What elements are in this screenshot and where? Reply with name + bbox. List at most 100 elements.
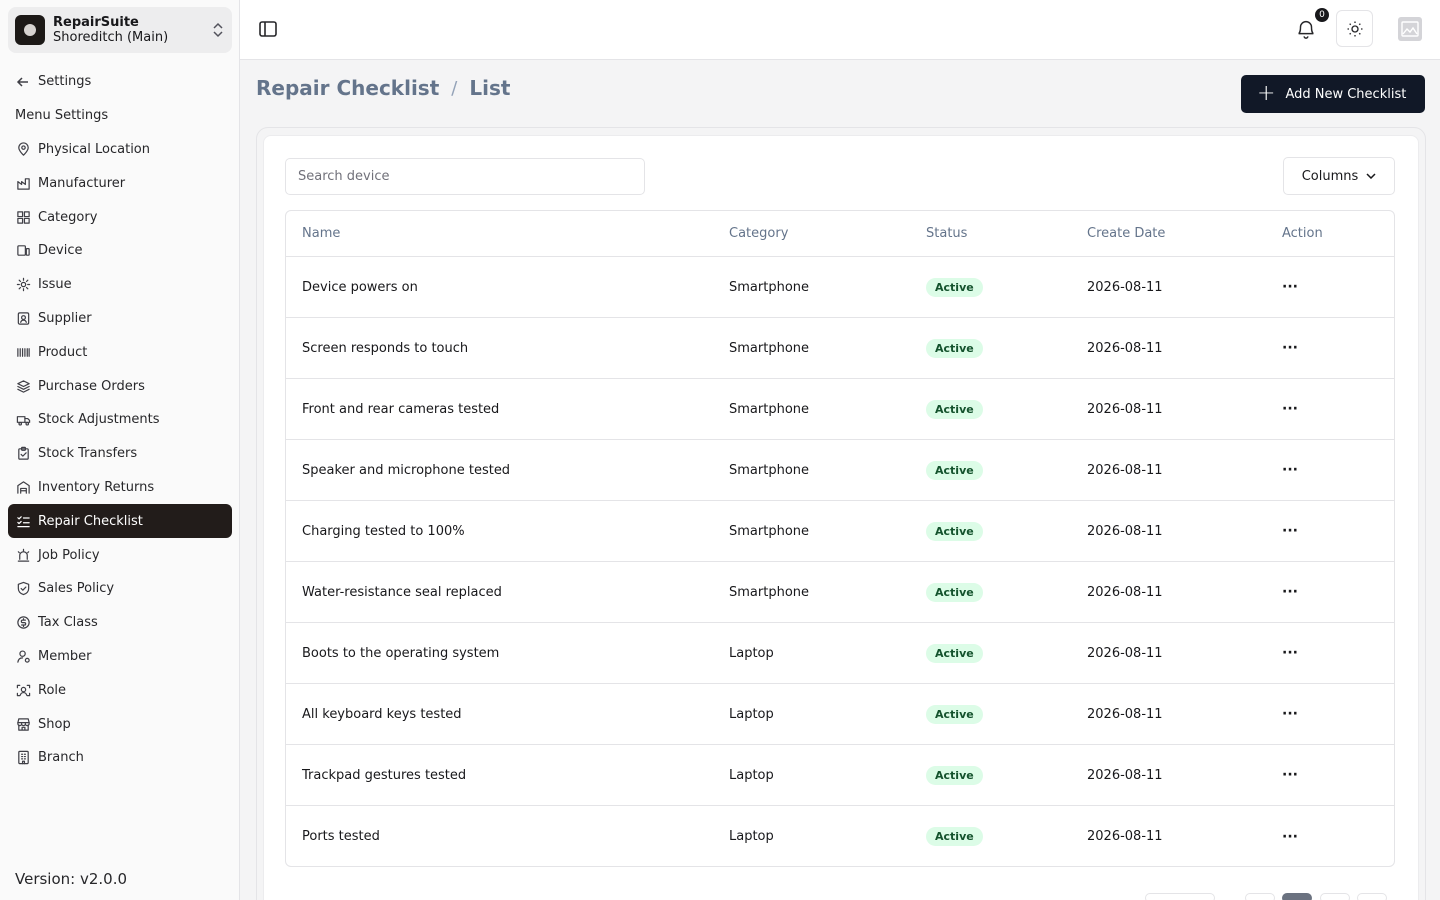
back-to-settings-link[interactable]: Settings [8,65,232,99]
more-actions-icon[interactable]: ··· [1282,645,1298,661]
sidebar-item-label: Supplier [38,310,92,326]
column-header-name[interactable]: Name [286,226,714,241]
app-name: RepairSuite [53,15,139,30]
sidebar-item-issue[interactable]: Issue [8,268,232,302]
row-create-date: 2026-08-11 [1087,340,1163,356]
more-actions-icon[interactable]: ··· [1282,279,1298,295]
user-icon [15,648,31,664]
sidebar-item-supplier[interactable]: Supplier [8,302,232,336]
sidebar-item-device[interactable]: Device [8,234,232,268]
row-category: Smartphone [729,401,810,417]
devices-icon [15,243,31,259]
row-create-date: 2026-08-11 [1087,767,1163,783]
avatar[interactable] [1398,17,1422,41]
table-row[interactable]: Charging tested to 100% Smartphone Active 2… [286,501,1394,562]
more-actions-icon[interactable]: ··· [1282,706,1298,722]
more-actions-icon[interactable]: ··· [1282,340,1298,356]
more-actions-icon[interactable]: ··· [1282,829,1298,845]
row-category: Laptop [729,829,774,844]
status-badge: Active [926,643,983,663]
breadcrumb-separator: / [451,77,458,99]
more-actions-icon[interactable]: ··· [1282,462,1298,478]
row-create-date: 2026-08-11 [1087,645,1163,661]
pagination-page-button[interactable] [1320,893,1350,900]
bell-icon[interactable] [1295,18,1317,40]
sidebar-item-label: Member [38,648,92,664]
sidebar-item-job-policy[interactable]: Job Policy [8,538,232,572]
pagination-next-button[interactable] [1357,893,1387,900]
row-category: Smartphone [729,523,810,539]
sidebar-item-stock-transfers[interactable]: Stock Transfers [8,437,232,471]
warehouse-icon [15,479,31,495]
sidebar-item-role[interactable]: Role [8,673,232,707]
theme-toggle-button[interactable] [1336,10,1373,47]
sidebar-item-stock-adjustments[interactable]: Stock Adjustments [8,403,232,437]
branch-name: Shoreditch (Main) [53,30,169,45]
more-actions-icon[interactable]: ··· [1282,584,1298,600]
add-button-label: Add New Checklist [1285,86,1407,102]
column-header-category[interactable]: Category [714,226,911,241]
sidebar-item-label: Product [38,344,88,360]
table-row[interactable]: Water-resistance seal replaced Smartphone… [286,562,1394,623]
pagination-prev-button[interactable] [1245,893,1275,900]
sidebar-item-purchase-orders[interactable]: Purchase Orders [8,369,232,403]
table-row[interactable]: Device powers on Smartphone Active 2026-08-… [286,257,1394,318]
status-badge: Active [926,521,983,541]
clipboard-icon [15,446,31,462]
sidebar-item-member[interactable]: Member [8,640,232,674]
topbar: 0 [240,0,1440,60]
pagination-rows-select[interactable] [1145,893,1215,900]
sidebar-item-shop[interactable]: Shop [8,707,232,741]
breadcrumb-current: List [469,76,511,100]
breadcrumb-parent[interactable]: Repair Checklist [256,76,439,100]
more-actions-icon[interactable]: ··· [1282,523,1298,539]
cog-icon [15,277,31,293]
table-row[interactable]: Front and rear cameras tested Smartphone A… [286,379,1394,440]
table-row[interactable]: Trackpad gestures tested Laptop Active 2026… [286,745,1394,806]
row-name: All keyboard keys tested [302,706,462,722]
row-category: Laptop [729,706,774,722]
sidebar-item-branch[interactable]: Branch [8,741,232,775]
sidebar-item-label: Device [38,243,83,259]
table-row[interactable]: Ports tested Laptop Active 2026-08-11 ··· [286,806,1394,866]
table-row[interactable]: Speaker and microphone tested Smartphone A… [286,440,1394,501]
sidebar-item-inventory-returns[interactable]: Inventory Returns [8,471,232,505]
sidebar-item-tax-class[interactable]: Tax Class [8,606,232,640]
sidebar-item-repair-checklist[interactable]: Repair Checklist [8,504,232,539]
sidebar-item-product[interactable]: Product [8,335,232,369]
row-category: Laptop [729,645,774,661]
building-icon [15,750,31,766]
status-badge: Active [926,338,983,358]
table-row[interactable]: All keyboard keys tested Laptop Active 2026… [286,684,1394,745]
row-create-date: 2026-08-11 [1087,279,1163,295]
row-name: Water-resistance seal replaced [302,584,502,600]
barcode-icon [15,344,31,360]
column-header-create-date[interactable]: Create Date [1072,226,1267,241]
sidebar-item-label: Sales Policy [38,581,115,597]
columns-label: Columns [1301,168,1359,184]
table-row[interactable]: Boots to the operating system Laptop Activ… [286,623,1394,684]
row-create-date: 2026-08-11 [1087,706,1163,722]
back-label: Settings [38,74,92,90]
sidebar-toggle-icon[interactable] [258,19,278,39]
status-badge: Active [926,765,983,785]
search-input[interactable] [285,158,645,195]
pagination-page-button[interactable] [1282,893,1312,900]
more-actions-icon[interactable]: ··· [1282,401,1298,417]
sidebar-item-manufacturer[interactable]: Manufacturer [8,166,232,200]
column-header-status[interactable]: Status [911,226,1072,241]
add-new-checklist-button[interactable]: + Add New Checklist [1241,75,1425,113]
shop-switcher[interactable]: RepairSuite Shoreditch (Main) [8,7,232,53]
status-badge: Active [926,277,983,297]
sidebar-item-label: Issue [38,277,72,293]
currency-icon [15,615,31,631]
store-icon [15,716,31,732]
sidebar-item-sales-policy[interactable]: Sales Policy [8,572,232,606]
sidebar-item-physical-location[interactable]: Physical Location [8,133,232,167]
status-badge: Active [926,460,983,480]
row-create-date: 2026-08-11 [1087,584,1163,600]
table-row[interactable]: Screen responds to touch Smartphone Active… [286,318,1394,379]
columns-dropdown-button[interactable]: Columns [1283,157,1395,195]
sidebar-item-category[interactable]: Category [8,200,232,234]
more-actions-icon[interactable]: ··· [1282,767,1298,783]
